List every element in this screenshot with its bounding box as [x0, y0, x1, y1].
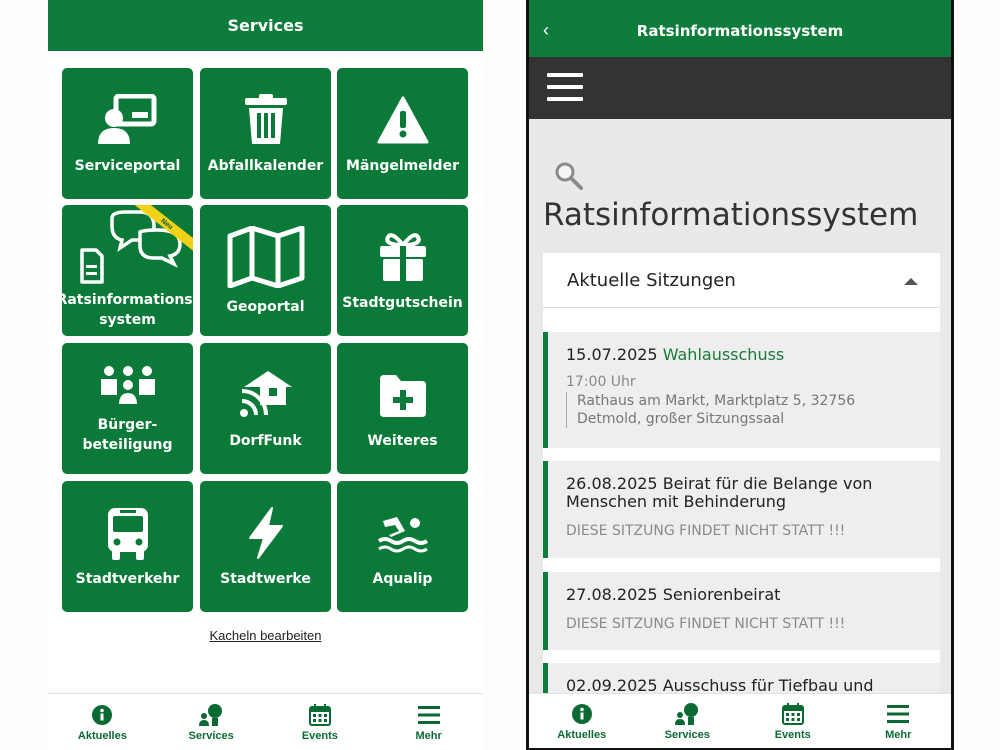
tile-geoportal[interactable]: Geoportal [200, 205, 331, 336]
tab-bar: Aktuelles Services Events Mehr [48, 693, 483, 750]
tile-stadtverkehr[interactable]: Stadtverkehr [62, 481, 193, 612]
page-title: Services [227, 16, 304, 35]
ratsinfo-header: ‹ Ratsinformationssystem [529, 0, 951, 57]
tab-aktuelles[interactable]: Aktuelles [48, 694, 157, 750]
tile-label: Weiteres [367, 432, 438, 449]
tile-label: Serviceportal [74, 157, 181, 174]
tab-label: Events [774, 729, 811, 741]
tile-label: Bürger- beteiligung [82, 416, 173, 453]
house-signal-icon [238, 367, 294, 423]
tile-abfallkalender[interactable]: Abfallkalender [200, 68, 331, 199]
session-card[interactable]: 27.08.2025 Seniorenbeirat DIESE SITZUNG … [543, 572, 940, 650]
tab-aktuelles[interactable]: Aktuelles [529, 694, 635, 748]
tile-buergerbeteiligung[interactable]: Bürger- beteiligung [62, 343, 193, 474]
tile-ratsinformationssystem[interactable]: Neu Ratsinformations- system [62, 205, 193, 336]
edit-tiles-link[interactable]: Kacheln bearbeiten [48, 628, 483, 643]
session-title: Beirat für die Belange von [662, 474, 873, 493]
tile-label: Stadtgutschein [342, 294, 463, 311]
tile-label: Abfallkalender [207, 157, 324, 174]
folder-plus-icon [378, 367, 428, 423]
serviceportal-icon [97, 92, 158, 148]
menu-icon [887, 701, 910, 727]
session-date: 15.07.2025 [566, 345, 658, 364]
tile-maengelmelder[interactable]: Mängelmelder [337, 68, 468, 199]
services-header: Services [48, 0, 483, 51]
lightning-icon [246, 505, 286, 561]
tab-events[interactable]: Events [740, 694, 846, 748]
ratsinfo-screen: ‹ Ratsinformationssystem Ratsinformation… [526, 0, 954, 750]
session-cancel-note: DIESE SITZUNG FINDET NICHT STATT !!! [566, 523, 846, 539]
tab-mehr[interactable]: Mehr [374, 694, 483, 750]
tab-label: Services [188, 730, 234, 742]
tab-label: Mehr [415, 730, 442, 742]
tile-label: Mängelmelder [346, 157, 459, 174]
people-icon [99, 363, 157, 407]
tab-label: Events [301, 730, 338, 742]
map-icon [226, 225, 306, 289]
info-icon [92, 702, 113, 728]
tab-label: Mehr [885, 729, 912, 741]
trash-icon [243, 92, 289, 148]
tile-stadtgutschein[interactable]: Stadtgutschein [337, 205, 468, 336]
tab-label: Services [664, 729, 710, 741]
tile-weiteres[interactable]: Weiteres [337, 343, 468, 474]
tab-events[interactable]: Events [266, 694, 375, 750]
accordion-header[interactable]: Aktuelle Sitzungen [543, 253, 940, 308]
session-date: 26.08.2025 [566, 474, 658, 493]
page-heading: Ratsinformationssystem [543, 197, 919, 233]
search-icon[interactable] [554, 161, 584, 196]
accordion-title: Aktuelle Sitzungen [567, 270, 736, 291]
calendar-icon [308, 702, 331, 728]
web-menu-bar [529, 57, 951, 119]
tab-mehr[interactable]: Mehr [846, 694, 952, 748]
header-title: Ratsinformationssystem [636, 22, 844, 40]
tab-label: Aktuelles [77, 730, 127, 742]
session-location: Rathaus am Markt, Marktplatz 5, 32756 De… [566, 392, 922, 428]
gift-icon [378, 229, 428, 285]
bus-icon [106, 505, 150, 561]
tab-services[interactable]: Services [635, 694, 741, 748]
tile-label: Ratsinformations- system [62, 292, 193, 328]
tile-label: Stadtverkehr [75, 570, 180, 587]
tab-services[interactable]: Services [157, 694, 266, 750]
tile-label: Geoportal [226, 298, 305, 315]
session-title-cont: Menschen mit Behinderung [566, 492, 787, 511]
services-icon [675, 701, 699, 727]
collapse-caret-icon [904, 278, 918, 285]
services-screen: Services Serviceportal Abfallkalender Mä… [48, 0, 483, 750]
session-name-link[interactable]: Wahlausschuss [663, 345, 785, 364]
tile-label: Stadtwerke [220, 570, 311, 587]
services-icon [199, 702, 223, 728]
session-title: Seniorenbeirat [662, 585, 781, 604]
tab-bar: Aktuelles Services Events Mehr [529, 693, 951, 748]
menu-icon [417, 702, 440, 728]
info-icon [571, 701, 592, 727]
warning-icon [377, 92, 429, 148]
session-time: 17:00 Uhr [566, 374, 636, 390]
session-date: 27.08.2025 [566, 585, 658, 604]
tile-label: DorfFunk [229, 432, 302, 449]
swimmer-icon [377, 505, 429, 561]
hamburger-menu-icon[interactable] [547, 73, 583, 103]
tile-aqualip[interactable]: Aqualip [337, 481, 468, 612]
tab-label: Aktuelles [557, 729, 607, 741]
tile-stadtwerke[interactable]: Stadtwerke [200, 481, 331, 612]
calendar-icon [781, 701, 804, 727]
session-card[interactable]: 15.07.2025 Wahlausschuss 17:00 Uhr Ratha… [543, 332, 940, 448]
session-card[interactable]: 26.08.2025 Beirat für die Belange von Me… [543, 461, 940, 558]
tile-dorffunk[interactable]: DorfFunk [200, 343, 331, 474]
tile-label: Aqualip [372, 570, 433, 587]
tile-serviceportal[interactable]: Serviceportal [62, 68, 193, 199]
session-cancel-note: DIESE SITZUNG FINDET NICHT STATT !!! [566, 616, 846, 632]
